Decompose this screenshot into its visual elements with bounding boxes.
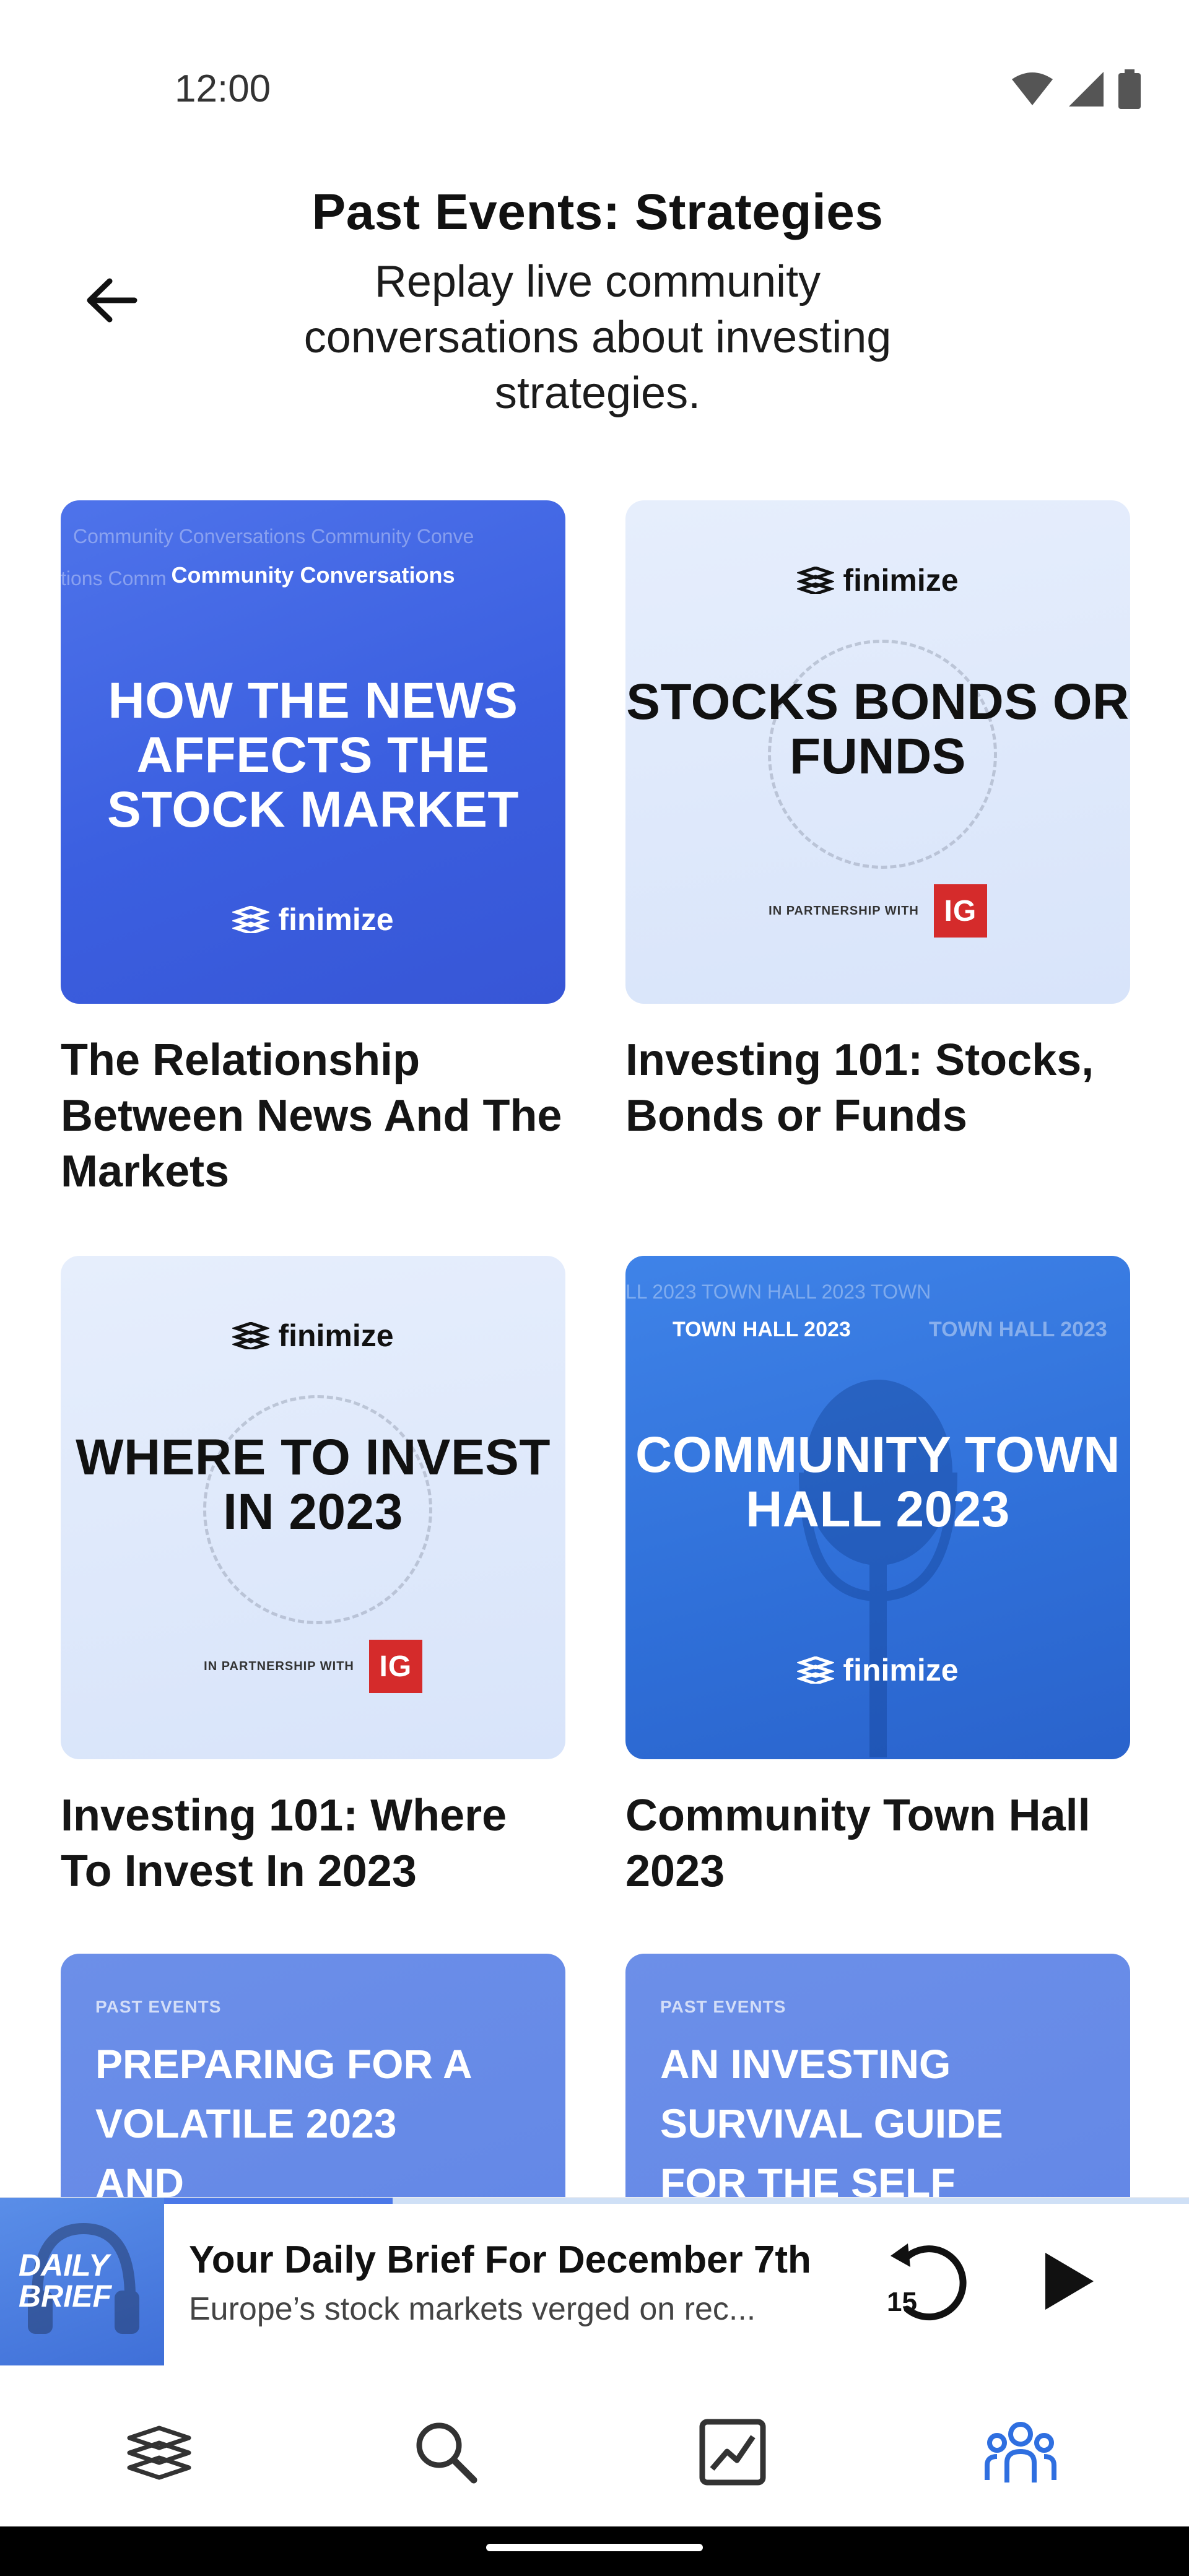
nav-home[interactable] [119, 2415, 199, 2489]
play-button[interactable] [1028, 2241, 1108, 2321]
event-thumbnail[interactable]: Community Conversations Community Conve … [61, 500, 565, 1004]
progress-track [0, 2198, 1189, 2204]
event-thumbnail[interactable]: LL 2023 TOWN HALL 2023 TOWN TOWN HALL 20… [625, 1256, 1130, 1759]
mini-player[interactable]: DAILY BRIEF Your Daily Brief For Decembe… [0, 2197, 1189, 2366]
brand-logo: finimize [61, 1318, 565, 1354]
partnership-label: IN PARTNERSHIP WITH [769, 903, 919, 918]
page-subtitle: Replay live community conversations abou… [303, 257, 892, 418]
finimize-logo-icon [797, 567, 835, 594]
partnership-label: IN PARTNERSHIP WITH [204, 1659, 354, 1673]
thumbnail-faint-text: TOWN HALL 2023 [929, 1318, 1107, 1341]
thumbnail-heading: WHERE TO INVEST IN 2023 [76, 1429, 551, 1540]
home-indicator[interactable] [486, 2544, 703, 2551]
thumbnail-heading: AN INVESTING SURVIVAL GUIDE FOR THE SELF [660, 2041, 1003, 2206]
thumbnail-tag: PAST EVENTS [660, 1997, 786, 2016]
brand-name: finimize [278, 1318, 394, 1353]
event-thumbnail[interactable]: finimize WHERE TO INVEST IN 2023 IN PART… [61, 1256, 565, 1759]
thumbnail-tag: PAST EVENTS [95, 1997, 222, 2016]
finimize-logo-icon [232, 1322, 270, 1349]
episode-summary: Europe’s stock markets verged on rec... [189, 2291, 756, 2327]
event-title: Investing 101: Where To Invest In 2023 [61, 1791, 507, 1896]
episode-artwork[interactable]: DAILY BRIEF [0, 2198, 164, 2366]
brand-name: finimize [843, 1653, 959, 1687]
nav-portfolio[interactable] [692, 2415, 773, 2489]
episode-title: Your Daily Brief For December 7th [189, 2239, 811, 2281]
bottom-navigation [0, 2365, 1189, 2526]
partnership-line: IN PARTNERSHIP WITH IG [625, 884, 1130, 938]
finimize-logo-icon [232, 906, 270, 933]
brand-name: finimize [278, 902, 394, 937]
status-time: 12:00 [175, 67, 271, 110]
page-title: Past Events: Strategies [311, 184, 884, 240]
brand-name: finimize [843, 563, 959, 598]
brand-logo: finimize [61, 902, 565, 938]
status-icons [1011, 69, 1141, 109]
thumbnail-heading: STOCKS BONDS OR FUNDS [626, 674, 1130, 785]
thumbnail-heading: COMMUNITY TOWN HALL 2023 [635, 1427, 1120, 1538]
rewind-15-button[interactable]: 15 [879, 2235, 972, 2328]
thumbnail-faint-text: LL 2023 TOWN HALL 2023 TOWN [625, 1281, 931, 1303]
rewind-seconds: 15 [887, 2287, 917, 2317]
nav-community[interactable] [980, 2415, 1061, 2489]
status-bar: 12:00 [0, 0, 1189, 161]
event-title: The Relationship Between News And The Ma… [61, 1035, 562, 1196]
event-thumbnail[interactable]: finimize STOCKS BONDS OR FUNDS IN PARTNE… [625, 500, 1130, 1004]
thumbnail-tag: TOWN HALL 2023 [673, 1318, 851, 1341]
system-gesture-bar [0, 2526, 1189, 2576]
ig-logo: IG [368, 1640, 422, 1693]
finimize-logo-icon [797, 1656, 835, 1684]
artwork-text: DAILY BRIEF [19, 2248, 111, 2313]
event-card[interactable]: Community Conversations Community Conve … [61, 500, 565, 1199]
event-card[interactable]: finimize WHERE TO INVEST IN 2023 IN PART… [61, 1256, 565, 1899]
event-title: Investing 101: Stocks, Bonds or Funds [625, 1035, 1094, 1141]
nav-search[interactable] [406, 2415, 486, 2489]
arrow-left-icon [87, 278, 137, 323]
battery-icon [1118, 69, 1141, 109]
portfolio-chart-icon [699, 2419, 766, 2486]
search-icon [416, 2422, 477, 2484]
thumbnail-faint-text: Community Conversations Community Conve [73, 525, 474, 547]
wifi-icon [1012, 72, 1053, 105]
signal-icon [1069, 72, 1104, 107]
event-card[interactable]: finimize STOCKS BONDS OR FUNDS IN PARTNE… [625, 500, 1130, 1144]
brand-logo: finimize [625, 1652, 1130, 1688]
partnership-line: IN PARTNERSHIP WITH IG [61, 1640, 565, 1693]
back-button[interactable] [74, 266, 149, 334]
community-icon [985, 2422, 1056, 2482]
play-icon [1045, 2253, 1094, 2310]
event-title: Community Town Hall 2023 [625, 1791, 1091, 1896]
thumbnail-tag: Community Conversations [171, 562, 455, 588]
event-card[interactable]: LL 2023 TOWN HALL 2023 TOWN TOWN HALL 20… [625, 1256, 1130, 1899]
thumbnail-heading: PREPARING FOR A VOLATILE 2023 AND [95, 2041, 471, 2206]
ig-logo: IG [933, 884, 987, 938]
finimize-logo-icon [127, 2426, 191, 2480]
thumbnail-heading: HOW THE NEWS AFFECTS THE STOCK MARKET [107, 672, 520, 838]
brand-logo: finimize [625, 562, 1130, 598]
